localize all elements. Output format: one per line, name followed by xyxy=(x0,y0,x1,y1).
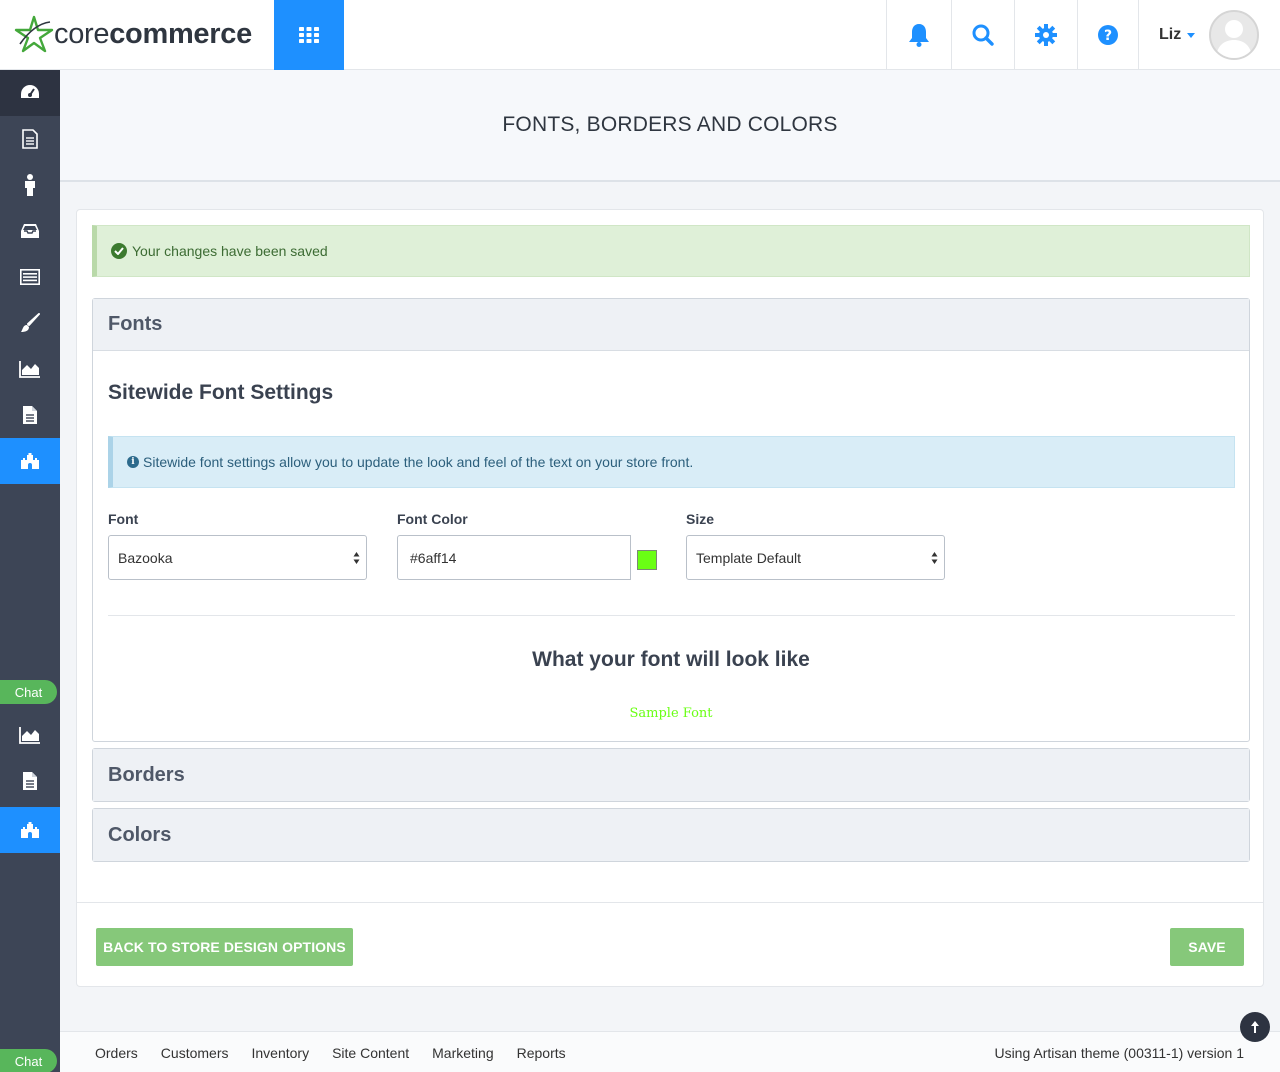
borders-panel-header[interactable]: Borders xyxy=(93,749,1249,801)
dashboard-icon xyxy=(21,85,39,98)
svg-text:?: ? xyxy=(1104,28,1112,44)
sidebar-item-reports[interactable] xyxy=(0,346,60,392)
font-color-input[interactable]: #6aff14 xyxy=(397,535,631,580)
sidebar-item-content[interactable] xyxy=(0,254,60,300)
help-icon: ? xyxy=(1098,25,1118,45)
fonts-panel: Fonts Sitewide Font Settings i Sitewide … xyxy=(92,298,1250,742)
main-card: Your changes have been saved Fonts Sitew… xyxy=(76,209,1264,987)
font-color-value: #6aff14 xyxy=(410,549,457,566)
sidebar-item-design[interactable] xyxy=(0,300,60,346)
info-alert: i Sitewide font settings allow you to up… xyxy=(108,436,1235,488)
brush-icon xyxy=(21,313,40,332)
success-alert: Your changes have been saved xyxy=(92,225,1250,277)
brand-logo[interactable]: corecommerce xyxy=(14,12,252,56)
file-icon xyxy=(23,772,37,790)
size-select-value: Template Default xyxy=(696,549,802,566)
sample-font-preview: Sample Font xyxy=(629,706,713,721)
page-header: FONTS, BORDERS AND COLORS xyxy=(60,70,1280,182)
scroll-to-top-button[interactable] xyxy=(1240,1012,1270,1042)
font-select-value: Bazooka xyxy=(118,549,173,566)
chart-icon xyxy=(19,361,40,378)
font-select[interactable]: Bazooka xyxy=(108,535,367,580)
list-icon xyxy=(20,269,40,285)
font-color-label: Font Color xyxy=(397,511,468,527)
file-icon xyxy=(23,406,37,424)
search-icon xyxy=(972,24,994,46)
sidebar-item-orders[interactable] xyxy=(0,116,60,162)
avatar[interactable] xyxy=(1209,10,1260,60)
sidebar-item-dashboard[interactable] xyxy=(0,70,60,116)
settings-button[interactable] xyxy=(1014,0,1077,70)
chat-button-bottom[interactable]: Chat xyxy=(0,1049,57,1072)
customer-icon xyxy=(25,174,35,196)
footer-link-marketing[interactable]: Marketing xyxy=(432,1045,493,1061)
inventory-icon xyxy=(21,224,39,238)
borders-panel: Borders xyxy=(92,748,1250,802)
chart-icon xyxy=(19,727,40,744)
top-actions: ? Liz xyxy=(886,0,1280,70)
footer-link-orders[interactable]: Orders xyxy=(95,1045,138,1061)
font-color-swatch[interactable] xyxy=(637,550,657,570)
size-label: Size xyxy=(686,511,715,527)
document-icon xyxy=(22,129,38,149)
colors-panel-header[interactable]: Colors xyxy=(93,809,1249,861)
check-circle-icon xyxy=(111,243,127,259)
footer-link-inventory[interactable]: Inventory xyxy=(251,1045,309,1061)
font-label: Font xyxy=(108,511,139,527)
info-icon: i xyxy=(127,456,139,468)
card-footer-divider xyxy=(77,902,1263,903)
fonts-panel-header[interactable]: Fonts xyxy=(93,299,1249,351)
sidebar-item-store-design-2[interactable] xyxy=(0,807,60,853)
chat-button[interactable]: Chat xyxy=(0,680,57,704)
sidebar-item-customers[interactable] xyxy=(0,162,60,208)
caret-down-icon xyxy=(1187,32,1196,38)
user-menu[interactable]: Liz xyxy=(1138,0,1280,70)
sidebar-item-pages[interactable] xyxy=(0,392,60,438)
footer-links: Orders Customers Inventory Site Content … xyxy=(95,1045,589,1061)
section-title: Sitewide Font Settings xyxy=(108,381,334,404)
sidebar-item-reports-2[interactable] xyxy=(0,712,60,758)
gear-icon xyxy=(1035,24,1057,46)
save-button[interactable]: SAVE xyxy=(1170,928,1244,966)
user-silhouette-icon xyxy=(1216,20,1253,58)
top-bar: corecommerce ? Liz xyxy=(0,0,1280,70)
preview-title: What your font will look like xyxy=(532,648,810,671)
select-arrows-icon xyxy=(931,552,938,564)
footer-link-customers[interactable]: Customers xyxy=(161,1045,229,1061)
help-button[interactable]: ? xyxy=(1077,0,1138,70)
grid-icon xyxy=(299,27,319,43)
colors-panel: Colors xyxy=(92,808,1250,862)
castle-icon xyxy=(21,822,39,838)
success-message: Your changes have been saved xyxy=(132,243,328,259)
sidebar-item-pages-2[interactable] xyxy=(0,758,60,804)
page-title: FONTS, BORDERS AND COLORS xyxy=(502,113,838,136)
theme-info: Using Artisan theme (00311-1) version 1 xyxy=(994,1045,1244,1061)
back-to-store-design-button[interactable]: BACK TO STORE DESIGN OPTIONS xyxy=(96,928,353,966)
castle-icon xyxy=(21,453,39,469)
brand-name: corecommerce xyxy=(54,17,252,50)
info-message: Sitewide font settings allow you to upda… xyxy=(143,454,694,470)
user-name: Liz xyxy=(1159,26,1182,43)
divider xyxy=(108,615,1235,616)
sidebar-item-inventory[interactable] xyxy=(0,208,60,254)
search-button[interactable] xyxy=(951,0,1014,70)
apps-grid-button[interactable] xyxy=(274,0,344,70)
select-arrows-icon xyxy=(353,552,360,564)
footer-link-site-content[interactable]: Site Content xyxy=(332,1045,409,1061)
footer-link-reports[interactable]: Reports xyxy=(517,1045,566,1061)
bell-icon xyxy=(909,24,929,47)
footer: Orders Customers Inventory Site Content … xyxy=(60,1031,1280,1072)
arrow-up-icon xyxy=(1251,1021,1259,1033)
star-logo-icon xyxy=(14,15,54,53)
size-select[interactable]: Template Default xyxy=(686,535,945,580)
sidebar: Chat Chat xyxy=(0,70,60,1072)
sidebar-item-store-design[interactable] xyxy=(0,438,60,484)
notifications-button[interactable] xyxy=(886,0,951,70)
